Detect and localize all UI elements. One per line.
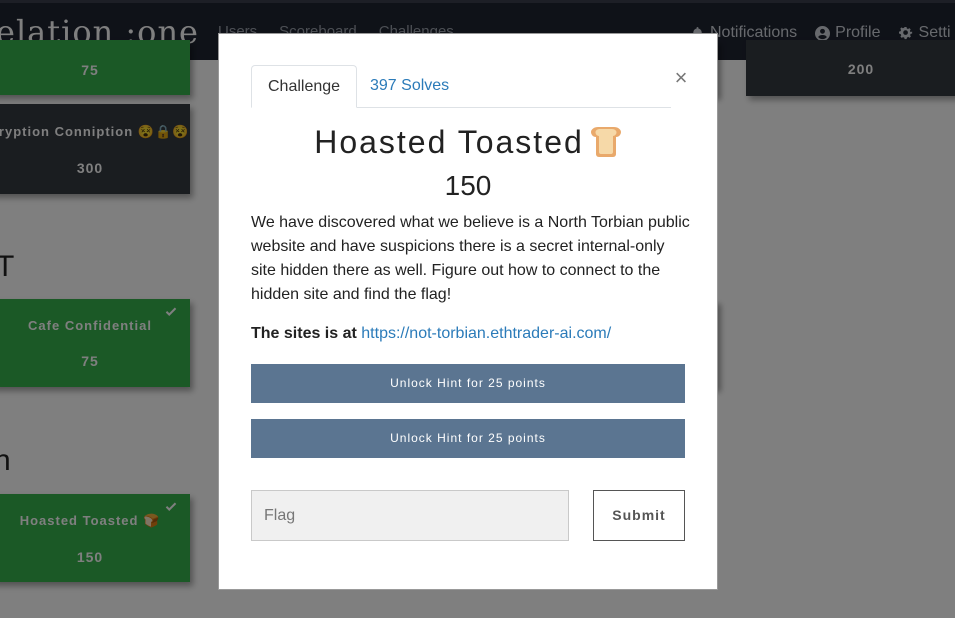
unlock-hint-button[interactable]: Unlock Hint for 25 points bbox=[251, 364, 685, 403]
unlock-hint-button[interactable]: Unlock Hint for 25 points bbox=[251, 419, 685, 458]
bread-icon bbox=[590, 127, 622, 165]
challenge-site-line: The sites is at https://not-torbian.etht… bbox=[251, 325, 691, 343]
flag-input[interactable] bbox=[251, 490, 569, 541]
tab-solves[interactable]: 397 Solves bbox=[354, 65, 465, 107]
modal-tabs: Challenge 397 Solves bbox=[251, 65, 671, 108]
submit-button[interactable]: Submit bbox=[593, 490, 685, 541]
challenge-title: Hoasted Toasted bbox=[219, 124, 717, 165]
tab-challenge[interactable]: Challenge bbox=[251, 65, 358, 108]
site-link[interactable]: https://not-torbian.ethtrader-ai.com/ bbox=[361, 325, 611, 342]
challenge-points: 150 bbox=[444, 170, 492, 201]
challenge-description: We have discovered what we believe is a … bbox=[251, 214, 690, 303]
challenge-modal: Challenge 397 Solves × Hoasted Toasted 1… bbox=[218, 33, 718, 590]
close-icon[interactable]: × bbox=[671, 66, 691, 90]
challenge-title-text: Hoasted Toasted bbox=[314, 124, 584, 160]
site-label: The sites is at bbox=[251, 325, 357, 342]
